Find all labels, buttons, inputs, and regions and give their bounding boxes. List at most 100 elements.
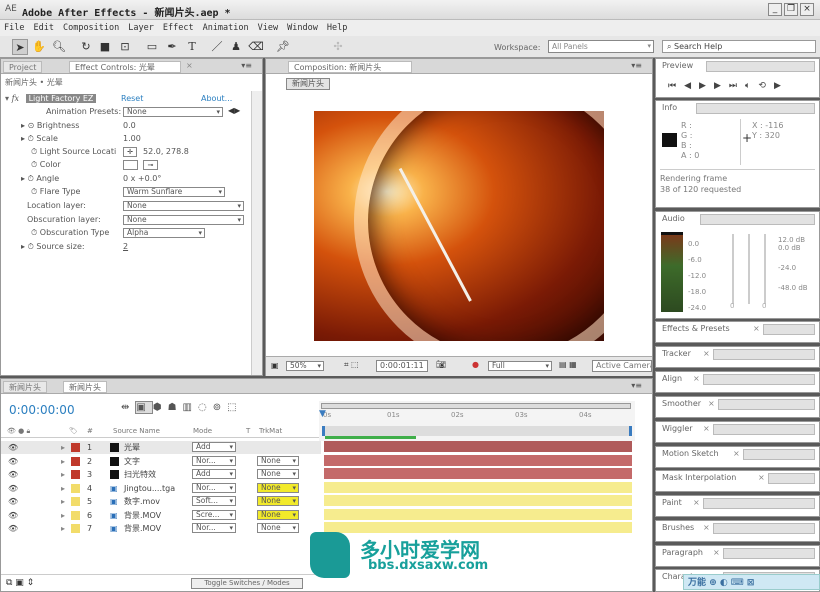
expand-arrow-icon[interactable]: ▸: [61, 482, 65, 495]
search-help-input[interactable]: ⌕ Search Help: [662, 40, 816, 53]
presets-select[interactable]: None: [123, 107, 223, 117]
eye-icon[interactable]: 👁︎: [8, 509, 18, 522]
menu-composition[interactable]: Composition: [63, 23, 119, 33]
menu-window[interactable]: Window: [287, 23, 318, 33]
layer-name[interactable]: 背景.MOV: [124, 522, 161, 535]
tab-effect-controls[interactable]: Effect Controls: 光晕: [69, 61, 181, 73]
close-button[interactable]: ×: [800, 3, 814, 16]
previous-frame-icon[interactable]: ◀: [684, 81, 699, 91]
label-color-swatch[interactable]: [71, 524, 80, 533]
label-color-swatch[interactable]: [71, 456, 80, 466]
effect-name[interactable]: Light Factory EZ: [25, 94, 97, 103]
close-icon[interactable]: ×: [713, 548, 720, 557]
audio-icon[interactable]: 🔈︎: [745, 81, 758, 91]
camera-tool-icon[interactable]: ■: [97, 39, 113, 55]
light-source-value[interactable]: 52.0, 278.8: [143, 145, 189, 158]
audio-slider-left[interactable]: [732, 234, 734, 304]
preview-title[interactable]: Preview: [656, 59, 700, 73]
color-swatch[interactable]: [123, 160, 138, 170]
close-icon[interactable]: ×: [758, 473, 765, 482]
eraser-tool-icon[interactable]: ⌫: [248, 39, 264, 55]
panel-title[interactable]: Motion Sketch: [656, 447, 725, 461]
hide-shy-icon[interactable]: ☗: [168, 402, 183, 413]
blend-mode-select[interactable]: Add: [192, 469, 236, 479]
layer-duration-bar[interactable]: [324, 495, 632, 507]
panel-menu-icon[interactable]: ▾≡: [631, 61, 642, 70]
blend-mode-select[interactable]: Soft...: [192, 496, 236, 506]
eye-icon[interactable]: 👁︎: [8, 455, 18, 468]
panel-title[interactable]: Tracker: [656, 347, 697, 361]
source-size-value[interactable]: 2: [123, 240, 128, 253]
menu-view[interactable]: View: [258, 23, 278, 33]
composition-viewer-frame[interactable]: [314, 111, 604, 341]
ram-preview-icon[interactable]: ▶: [774, 81, 789, 91]
brightness-value[interactable]: 0.0: [123, 119, 136, 132]
info-title[interactable]: Info: [656, 101, 684, 115]
clone-stamp-tool-icon[interactable]: ♟: [228, 39, 244, 55]
pen-tool-icon[interactable]: ✒: [164, 39, 180, 55]
puppet-pin-tool-icon[interactable]: 📌︎: [275, 39, 291, 55]
menu-file[interactable]: File: [4, 23, 24, 33]
magnification-select[interactable]: 50%: [286, 361, 324, 371]
expand-arrow-icon[interactable]: ▸: [61, 441, 65, 454]
region-of-interest-icon[interactable]: ⌗ ⬚: [344, 360, 359, 370]
channel-icon[interactable]: ●: [472, 360, 479, 369]
audio-slider-right[interactable]: [764, 234, 766, 304]
panel-title[interactable]: Paragraph: [656, 546, 709, 560]
panel-title[interactable]: Effects & Presets: [656, 322, 736, 336]
brainstorm-icon[interactable]: ⬚: [227, 402, 242, 413]
layer-row[interactable]: 👁︎ ▸ 1 光晕 Add: [1, 441, 321, 454]
next-frame-icon[interactable]: ▶: [714, 81, 729, 91]
layer-duration-bar[interactable]: [324, 441, 632, 453]
always-preview-icon[interactable]: ▣: [271, 361, 279, 370]
text-tool-icon[interactable]: T: [184, 39, 200, 55]
eye-icon[interactable]: 👁︎: [8, 468, 18, 481]
close-icon[interactable]: ×: [753, 324, 760, 333]
trkmat-select[interactable]: None: [257, 455, 299, 466]
layer-row[interactable]: 👁︎▸3扫光特效AddNone: [1, 468, 321, 481]
snapshot-icon[interactable]: 📷︎: [436, 360, 446, 369]
layer-name[interactable]: 扫光特效: [124, 468, 156, 481]
eye-icon[interactable]: 👁︎: [8, 482, 18, 495]
menu-effect[interactable]: Effect: [163, 23, 194, 33]
label-color-swatch[interactable]: [71, 497, 80, 506]
trkmat-select[interactable]: None: [257, 496, 299, 506]
tab-timeline-1[interactable]: 新闻片头: [3, 381, 47, 393]
comp-navigator-button[interactable]: 新闻片头: [286, 78, 330, 90]
menu-animation[interactable]: Animation: [203, 23, 249, 33]
trkmat-select[interactable]: None: [257, 509, 299, 520]
current-time-display[interactable]: 0:00:01:11: [376, 360, 428, 372]
tab-composition[interactable]: Composition: 新闻片头: [288, 61, 412, 73]
brush-tool-icon[interactable]: ／: [209, 39, 225, 55]
zoom-tool-icon[interactable]: 🔍︎: [51, 39, 67, 55]
eye-icon[interactable]: 👁︎: [8, 441, 18, 454]
time-ruler[interactable]: 0s 01s 02s 03s 04s ▼: [319, 401, 635, 441]
layer-name[interactable]: 光晕: [124, 441, 140, 454]
tab-project[interactable]: Project: [3, 61, 43, 73]
layer-name[interactable]: Jingtou....tga: [124, 482, 175, 495]
panel-title[interactable]: Align: [656, 372, 689, 386]
composition-mini-flowchart-icon[interactable]: ⇹: [121, 402, 135, 413]
label-color-swatch[interactable]: [71, 443, 80, 452]
timeline-timecode[interactable]: 0:00:00:00: [9, 403, 75, 417]
expand-arrow-icon[interactable]: ▸: [61, 509, 65, 522]
graph-editor-icon[interactable]: ⊚: [213, 402, 227, 413]
first-frame-icon[interactable]: ⏮: [668, 81, 684, 91]
rectangle-tool-icon[interactable]: ▭: [144, 39, 160, 55]
about-link[interactable]: About...: [201, 92, 232, 105]
layer-row[interactable]: 👁︎▸6▣背景.MOVScre...None: [1, 509, 321, 522]
current-time-indicator[interactable]: ▼: [319, 409, 326, 419]
eyedropper-icon[interactable]: ⊸: [143, 160, 158, 170]
scale-value[interactable]: 1.00: [123, 132, 141, 145]
close-icon[interactable]: ×: [708, 399, 715, 408]
motion-blur-icon[interactable]: ◌: [198, 402, 213, 413]
panel-menu-icon[interactable]: ▾≡: [241, 61, 252, 70]
panel-title[interactable]: Mask Interpolation: [656, 471, 743, 485]
close-icon[interactable]: ×: [733, 449, 740, 458]
menu-help[interactable]: Help: [327, 23, 347, 33]
eye-icon[interactable]: 👁︎: [8, 495, 18, 508]
label-color-swatch[interactable]: [71, 483, 80, 493]
close-icon[interactable]: ×: [703, 349, 710, 358]
layer-duration-bar[interactable]: [324, 468, 632, 480]
pan-behind-tool-icon[interactable]: ⊡: [117, 39, 133, 55]
